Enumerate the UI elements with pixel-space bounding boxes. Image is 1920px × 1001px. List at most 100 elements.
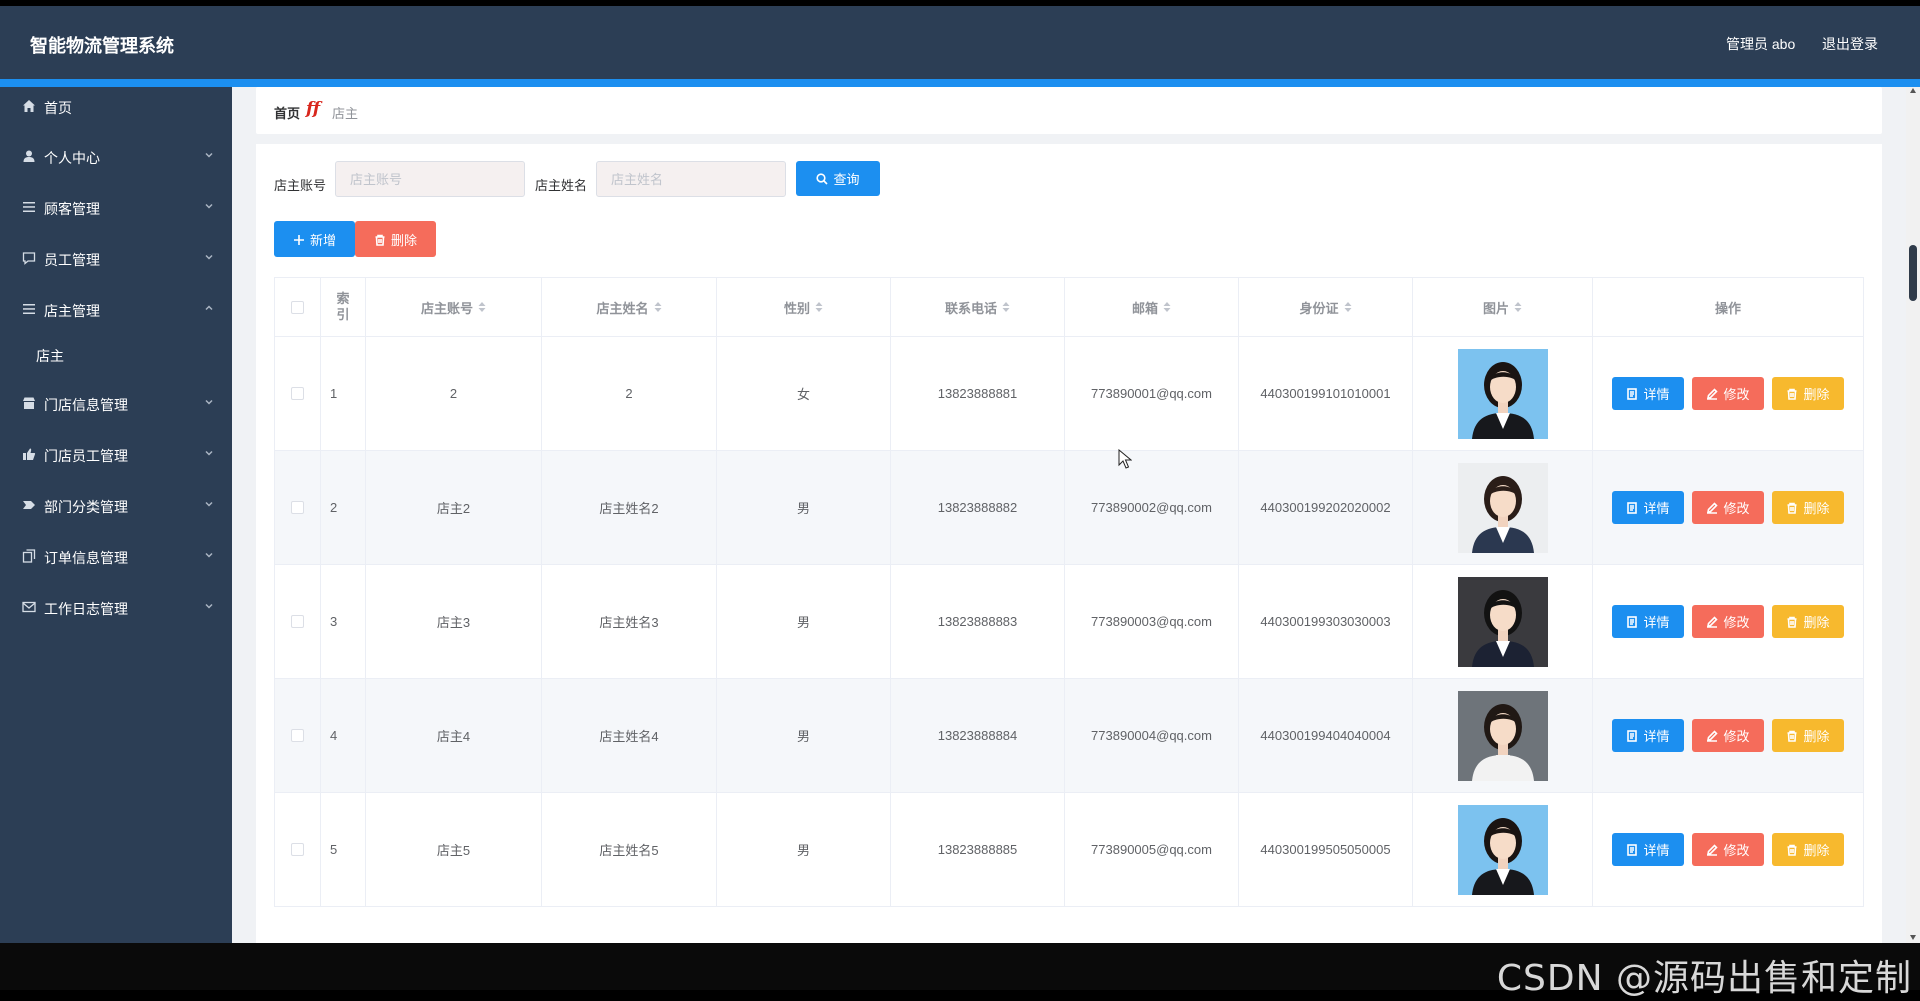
- row-checkbox[interactable]: [291, 843, 304, 856]
- table-row: 5 店主5 店主姓名5 男 13823888885 773890005@qq.c…: [275, 793, 1863, 907]
- account-search-input[interactable]: [335, 161, 525, 197]
- select-all-checkbox[interactable]: [291, 300, 304, 314]
- header-index-label: 索引: [336, 291, 350, 322]
- row-photo-cell: [1413, 451, 1593, 564]
- row-index-cell: 1: [321, 337, 366, 450]
- sort-icon: [478, 302, 486, 312]
- delete-button[interactable]: 删除: [1772, 491, 1844, 524]
- sort-icon: [815, 302, 823, 312]
- name-filter-label: 店主姓名: [535, 178, 588, 193]
- header-account[interactable]: 店主账号: [366, 278, 542, 336]
- shop-icon: [23, 397, 35, 409]
- row-checkbox[interactable]: [291, 501, 304, 514]
- detail-button-label: 详情: [1643, 615, 1670, 630]
- row-account-cell: 店主3: [366, 565, 542, 678]
- sidebar-item-label: 工作日志管理: [44, 601, 128, 617]
- header-id-card[interactable]: 身份证: [1239, 278, 1413, 336]
- sort-icon: [654, 302, 661, 312]
- header-name[interactable]: 店主姓名: [542, 278, 717, 336]
- logout-link[interactable]: 退出登录: [1822, 34, 1878, 54]
- delete-button[interactable]: 删除: [1772, 833, 1844, 866]
- table-header-row: 索引 店主账号 店主姓名 性别 联系电话 邮箱 身份证 图片 操作: [275, 278, 1863, 337]
- sidebar-item-order-info-mgmt[interactable]: 订单信息管理: [0, 537, 232, 577]
- sidebar-item-work-log-mgmt[interactable]: 工作日志管理: [0, 588, 232, 628]
- row-photo-cell: [1413, 793, 1593, 906]
- row-operations-cell: 详情 修改 删除: [1593, 679, 1863, 792]
- header-phone[interactable]: 联系电话: [891, 278, 1065, 336]
- row-email: 773890005@qq.com: [1091, 842, 1212, 857]
- row-id-card: 440300199101010001: [1260, 386, 1391, 401]
- detail-button[interactable]: 详情: [1612, 605, 1684, 638]
- row-index: 4: [330, 728, 338, 743]
- row-account: 店主4: [436, 729, 471, 744]
- sidebar-item-store-staff-mgmt[interactable]: 门店员工管理: [0, 435, 232, 475]
- chevron-down-icon: [205, 254, 213, 260]
- scroll-up-arrow-icon[interactable]: [1909, 87, 1917, 95]
- edit-button-label: 修改: [1723, 615, 1750, 630]
- bulk-delete-button[interactable]: 删除: [355, 221, 436, 257]
- detail-button[interactable]: 详情: [1612, 719, 1684, 752]
- delete-button[interactable]: 删除: [1772, 605, 1844, 638]
- header-photo[interactable]: 图片: [1413, 278, 1593, 336]
- sidebar: 首页 个人中心 顾客管理 员工管理 店主管理 店主 门店信息管理 门店员工管理 …: [0, 87, 232, 943]
- sidebar-item-personal-center[interactable]: 个人中心: [0, 137, 232, 177]
- edit-button[interactable]: 修改: [1692, 833, 1764, 866]
- row-index: 3: [330, 614, 338, 629]
- edit-icon: [1707, 730, 1719, 742]
- row-phone-cell: 13823888885: [891, 793, 1065, 906]
- breadcrumb-current: 店主: [332, 106, 359, 121]
- row-gender-cell: 女: [717, 337, 891, 450]
- row-name: 店主姓名4: [599, 729, 659, 744]
- sidebar-subitem-owner[interactable]: 店主: [0, 335, 232, 375]
- detail-button[interactable]: 详情: [1612, 833, 1684, 866]
- breadcrumb-home[interactable]: 首页: [274, 103, 300, 122]
- scrollbar-thumb[interactable]: [1909, 245, 1917, 301]
- header-operations: 操作: [1593, 278, 1863, 336]
- header-gender[interactable]: 性别: [717, 278, 891, 336]
- delete-button-label: 删除: [1803, 729, 1830, 744]
- edit-button-label: 修改: [1723, 729, 1750, 744]
- edit-button[interactable]: 修改: [1692, 377, 1764, 410]
- name-search-input[interactable]: [596, 161, 786, 197]
- row-select-cell: [275, 565, 321, 678]
- row-name: 店主姓名5: [599, 843, 659, 858]
- trash-icon: [1787, 844, 1797, 856]
- sidebar-item-home[interactable]: 首页: [0, 87, 232, 127]
- detail-button-label: 详情: [1643, 387, 1670, 402]
- header-email[interactable]: 邮箱: [1065, 278, 1239, 336]
- sidebar-item-staff-mgmt[interactable]: 员工管理: [0, 239, 232, 279]
- scroll-down-arrow-icon[interactable]: [1909, 933, 1917, 941]
- sidebar-item-owner-mgmt[interactable]: 店主管理: [0, 290, 232, 330]
- detail-button[interactable]: 详情: [1612, 491, 1684, 524]
- search-button[interactable]: 查询: [796, 161, 880, 196]
- row-phone-cell: 13823888881: [891, 337, 1065, 450]
- sidebar-item-store-info-mgmt[interactable]: 门店信息管理: [0, 384, 232, 424]
- header-operations-label: 操作: [1714, 300, 1741, 316]
- detail-button[interactable]: 详情: [1612, 377, 1684, 410]
- edit-button[interactable]: 修改: [1692, 491, 1764, 524]
- bottom-bar: CSDN @源码出售和定制: [0, 943, 1920, 999]
- edit-button[interactable]: 修改: [1692, 719, 1764, 752]
- row-checkbox[interactable]: [291, 729, 304, 742]
- row-checkbox[interactable]: [291, 387, 304, 400]
- row-index: 5: [330, 842, 338, 857]
- add-button[interactable]: 新增: [274, 221, 355, 257]
- row-account-cell: 店主2: [366, 451, 542, 564]
- row-gender: 男: [796, 843, 810, 858]
- sidebar-item-customer-mgmt[interactable]: 顾客管理: [0, 188, 232, 228]
- row-account-cell: 店主4: [366, 679, 542, 792]
- chevron-down-icon: [205, 552, 213, 558]
- sidebar-item-label: 门店信息管理: [44, 397, 128, 413]
- page-scrollbar[interactable]: [1906, 87, 1920, 943]
- row-index: 1: [330, 386, 338, 401]
- delete-button[interactable]: 删除: [1772, 719, 1844, 752]
- row-phone: 13823888883: [937, 614, 1018, 629]
- document-icon: [1627, 844, 1638, 856]
- sidebar-item-label: 部门分类管理: [44, 499, 128, 515]
- sidebar-item-dept-category-mgmt[interactable]: 部门分类管理: [0, 486, 232, 526]
- delete-button[interactable]: 删除: [1772, 377, 1844, 410]
- edit-button[interactable]: 修改: [1692, 605, 1764, 638]
- row-checkbox[interactable]: [291, 615, 304, 628]
- search-button-label: 查询: [833, 172, 860, 187]
- header-name-label: 店主姓名: [596, 300, 649, 316]
